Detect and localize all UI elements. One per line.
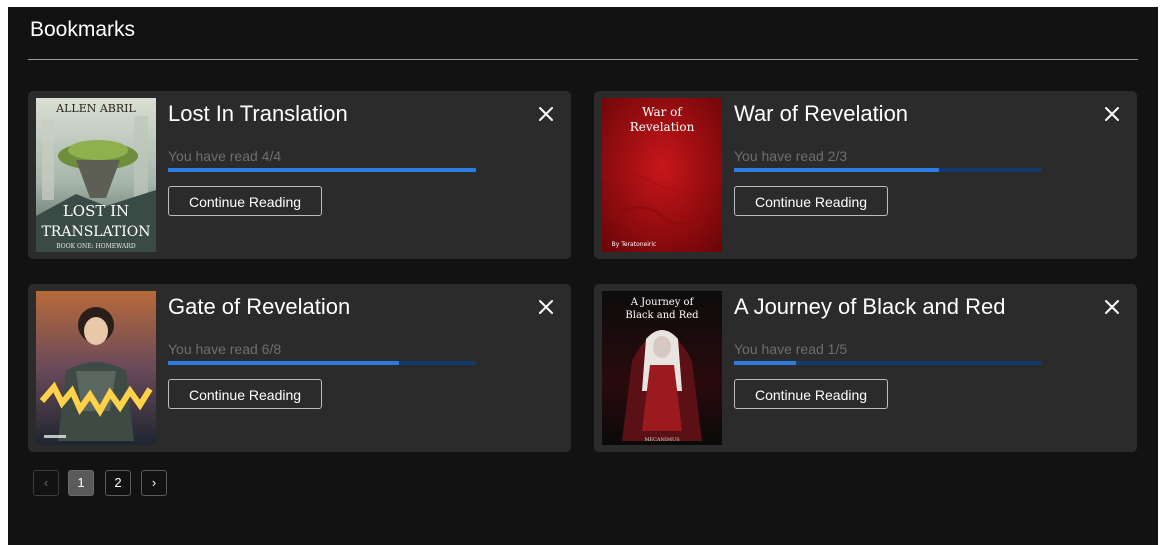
continue-reading-button[interactable]: Continue Reading	[168, 379, 322, 409]
cover-title-line1: A Journey of	[630, 297, 695, 308]
progress-fill	[168, 168, 476, 172]
close-icon[interactable]	[1103, 298, 1121, 316]
close-icon[interactable]	[1103, 105, 1121, 123]
pagination-page-2[interactable]: 2	[105, 470, 131, 496]
cover-byline: By Teratoneiric	[612, 241, 657, 248]
pagination-page-1[interactable]: 1	[68, 470, 94, 496]
cover-title-line2: Revelation	[630, 120, 695, 134]
cover-title-line2: Black and Red	[625, 310, 699, 321]
close-icon[interactable]	[537, 105, 555, 123]
continue-reading-button[interactable]: Continue Reading	[168, 186, 322, 216]
progress-fill	[734, 168, 940, 172]
bookmark-card: ALLEN ABRIL LOST IN TRANSLATION BOOK ONE…	[28, 91, 571, 259]
cover-title-line1: LOST IN	[63, 202, 129, 220]
progress-text: You have read 6/8	[168, 341, 282, 357]
progress-text: You have read 1/5	[734, 341, 848, 357]
book-cover[interactable]: ALLEN ABRIL LOST IN TRANSLATION BOOK ONE…	[36, 98, 156, 252]
page-title: Bookmarks	[30, 18, 136, 41]
continue-reading-button[interactable]: Continue Reading	[734, 379, 888, 409]
progress-bar	[168, 361, 476, 365]
book-title[interactable]: A Journey of Black and Red	[734, 294, 1006, 320]
book-cover[interactable]: War of Revelation By Teratoneiric	[602, 98, 722, 252]
title-divider	[28, 59, 1138, 60]
pagination-prev-button[interactable]: ‹	[33, 470, 59, 496]
bookmark-card: Gate of Revelation You have read 6/8 Con…	[28, 284, 571, 452]
book-cover[interactable]: A Journey of Black and Red MECANIMUS	[602, 291, 722, 445]
progress-fill	[168, 361, 399, 365]
progress-bar	[734, 168, 1042, 172]
close-icon[interactable]	[537, 298, 555, 316]
cover-subtitle: BOOK ONE: HOMEWARD	[56, 243, 136, 250]
book-title[interactable]: Lost In Translation	[168, 101, 348, 127]
progress-bar	[734, 361, 1042, 365]
progress-text: You have read 2/3	[734, 148, 848, 164]
cover-byline: MECANIMUS	[644, 437, 680, 443]
book-title[interactable]: War of Revelation	[734, 101, 908, 127]
progress-fill	[734, 361, 796, 365]
pagination-next-button[interactable]: ›	[141, 470, 167, 496]
bookmark-card: War of Revelation By Teratoneiric War of…	[594, 91, 1137, 259]
progress-text: You have read 4/4	[168, 148, 282, 164]
book-cover[interactable]	[36, 291, 156, 445]
cover-title-line2: TRANSLATION	[41, 224, 150, 240]
book-title[interactable]: Gate of Revelation	[168, 294, 350, 320]
continue-reading-button[interactable]: Continue Reading	[734, 186, 888, 216]
progress-bar	[168, 168, 476, 172]
bookmarks-panel: Bookmarks ALLEN ABRIL LOST IN TRANSLATIO…	[8, 7, 1158, 545]
cover-title-line1: War of	[642, 105, 683, 119]
cover-author: ALLEN ABRIL	[55, 102, 136, 115]
bookmark-card: A Journey of Black and Red MECANIMUS A J…	[594, 284, 1137, 452]
